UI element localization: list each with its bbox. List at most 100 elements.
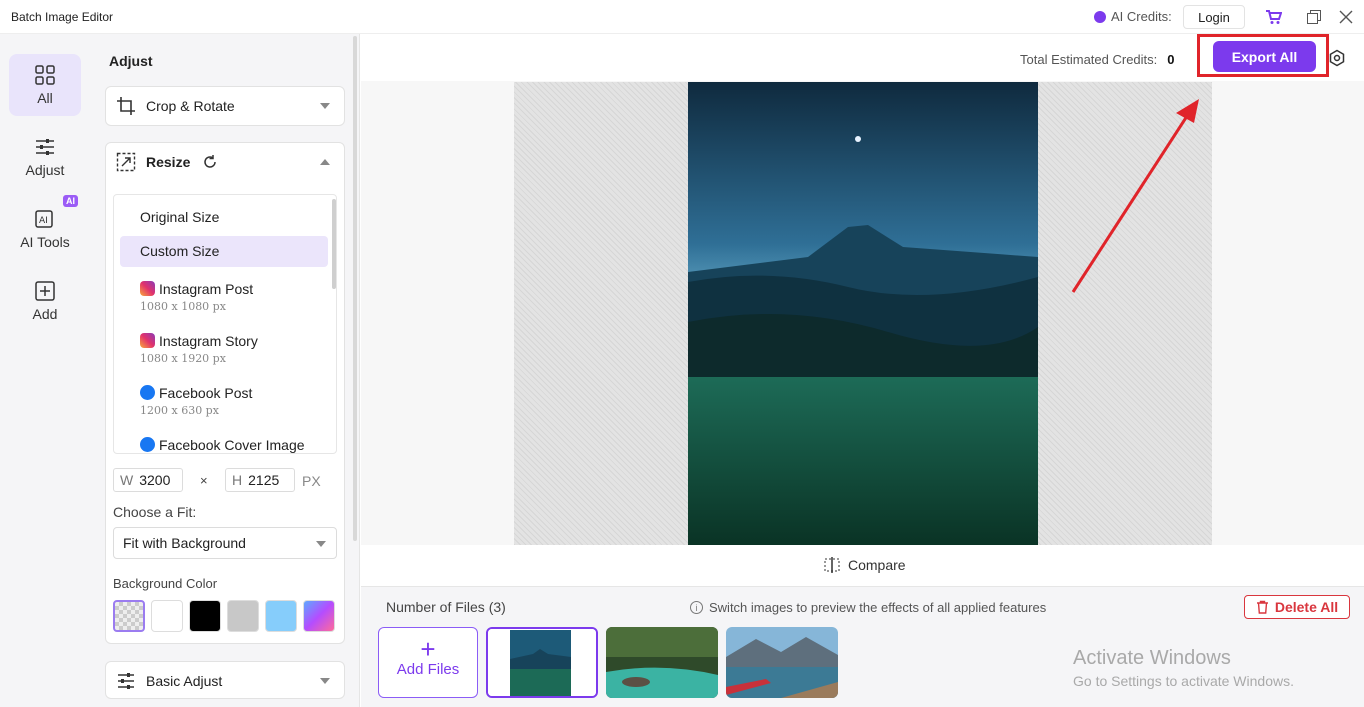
nav-all-label: All — [37, 90, 53, 106]
login-button[interactable]: Login — [1183, 5, 1245, 29]
export-all-button[interactable]: Export All — [1213, 41, 1316, 72]
size-facebook-post[interactable]: Facebook Post 1200 x 630 px — [120, 385, 328, 417]
ai-credits[interactable]: AI Credits: — [1094, 9, 1172, 24]
size-dims: 1080 x 1080 px — [140, 300, 226, 313]
ai-badge: AI — [63, 195, 78, 207]
credits-label: Total Estimated Credits: — [1020, 52, 1158, 67]
trash-icon — [1256, 600, 1268, 614]
preview-photo-illustration — [688, 82, 1038, 545]
nav-all[interactable]: All — [9, 54, 81, 116]
size-custom[interactable]: Custom Size — [120, 236, 328, 267]
svg-text:AI: AI — [39, 216, 48, 226]
width-key: W — [120, 472, 134, 488]
add-files-button[interactable]: + Add Files — [378, 627, 478, 698]
close-icon[interactable] — [1337, 8, 1355, 26]
width-field[interactable]: W 3200 — [113, 468, 183, 492]
swatch-light-blue[interactable] — [265, 600, 297, 632]
swatch-transparent[interactable] — [113, 600, 145, 632]
cart-icon[interactable] — [1264, 8, 1282, 26]
size-name: Original Size — [140, 209, 220, 225]
nav-ai-tools-label: AI Tools — [20, 234, 70, 250]
nav-ai-tools[interactable]: AI AI AI Tools — [9, 195, 81, 260]
grid-icon — [35, 65, 55, 85]
size-original[interactable]: Original Size — [120, 209, 328, 225]
basic-adjust-section[interactable]: Basic Adjust — [105, 661, 345, 699]
preview-hint: i Switch images to preview the effects o… — [690, 600, 1046, 615]
add-files-label: Add Files — [396, 661, 460, 678]
nav-add-label: Add — [32, 306, 58, 322]
reset-icon[interactable] — [202, 154, 218, 170]
size-preset-list: Original Size Custom Size Instagram Post… — [113, 194, 337, 454]
thumbnail-forest-river — [606, 627, 718, 698]
chevron-down-icon — [320, 103, 330, 109]
facebook-icon — [140, 437, 155, 452]
left-nav: All Adjust AI AI AI Tools Add — [0, 34, 90, 707]
height-key: H — [232, 472, 243, 488]
height-field[interactable]: H 2125 — [225, 468, 295, 492]
fit-value: Fit with Background — [123, 535, 246, 551]
adjust-panel: Adjust Crop & Rotate Resize Original Siz… — [90, 34, 360, 707]
delete-all-label: Delete All — [1274, 599, 1339, 615]
resize-header[interactable]: Resize — [106, 143, 344, 181]
compare-icon — [824, 557, 840, 573]
main-area: Total Estimated Credits: 0 Export All Co… — [361, 34, 1364, 707]
window-title: Batch Image Editor — [11, 10, 114, 24]
ai-tools-icon: AI — [35, 210, 53, 228]
add-square-icon — [35, 281, 55, 301]
file-thumbnail[interactable] — [726, 627, 838, 698]
swatch-gray[interactable] — [227, 600, 259, 632]
sliders-icon — [36, 139, 54, 155]
preview-canvas — [361, 81, 1364, 545]
facebook-icon — [140, 385, 155, 400]
basic-adjust-label: Basic Adjust — [146, 673, 223, 689]
size-name: Facebook Post — [159, 385, 253, 401]
height-value: 2125 — [248, 472, 280, 488]
swatch-gradient[interactable] — [303, 600, 335, 632]
crop-rotate-label: Crop & Rotate — [146, 98, 235, 114]
nav-adjust-label: Adjust — [25, 162, 65, 178]
ai-credits-label: AI Credits: — [1111, 9, 1172, 24]
resize-label: Resize — [146, 154, 191, 170]
settings-icon[interactable] — [1328, 49, 1346, 67]
swatch-black[interactable] — [189, 600, 221, 632]
chevron-down-icon — [316, 541, 326, 547]
instagram-icon — [140, 333, 155, 348]
crop-rotate-section[interactable]: Crop & Rotate — [105, 86, 345, 126]
restore-icon[interactable] — [1305, 8, 1323, 26]
plus-icon: + — [420, 634, 436, 664]
total-credits: Total Estimated Credits: 0 — [1020, 52, 1175, 67]
title-bar: Batch Image Editor AI Credits: Login — [0, 0, 1364, 34]
nav-adjust[interactable]: Adjust — [9, 126, 81, 188]
size-dims: 1200 x 630 px — [140, 404, 219, 417]
sliders-icon — [118, 673, 134, 689]
size-name: Custom Size — [140, 243, 220, 259]
nav-add[interactable]: Add — [9, 270, 81, 332]
annotation-arrow — [1071, 99, 1199, 293]
thumbnail-mountain-night — [488, 629, 596, 696]
thumbnail-lake-canoes — [726, 627, 838, 698]
width-value: 3200 — [139, 472, 171, 488]
crop-icon — [117, 97, 135, 115]
credits-coin-icon — [1094, 10, 1106, 23]
size-name: Instagram Story — [159, 333, 258, 349]
swatch-white[interactable] — [151, 600, 183, 632]
size-list-scrollbar[interactable] — [332, 199, 336, 289]
size-instagram-post[interactable]: Instagram Post 1080 x 1080 px — [120, 281, 328, 313]
watermark-line1: Activate Windows — [1073, 647, 1231, 669]
fit-select[interactable]: Fit with Background — [113, 527, 337, 559]
chevron-up-icon — [320, 159, 330, 165]
compare-toggle[interactable]: Compare — [824, 557, 906, 573]
fit-label: Choose a Fit: — [113, 504, 197, 520]
size-facebook-cover[interactable]: Facebook Cover Image — [120, 437, 328, 453]
delete-all-button[interactable]: Delete All — [1244, 595, 1350, 619]
panel-scrollbar[interactable] — [353, 36, 357, 541]
instagram-icon — [140, 281, 155, 296]
size-instagram-story[interactable]: Instagram Story 1080 x 1920 px — [120, 333, 328, 365]
file-thumbnail[interactable] — [606, 627, 718, 698]
preview-image — [688, 82, 1038, 545]
file-thumbnail[interactable] — [486, 627, 598, 698]
watermark-line2: Go to Settings to activate Windows. — [1073, 673, 1294, 689]
resize-icon — [116, 152, 136, 172]
credits-value: 0 — [1167, 52, 1175, 67]
compare-label: Compare — [848, 557, 906, 573]
